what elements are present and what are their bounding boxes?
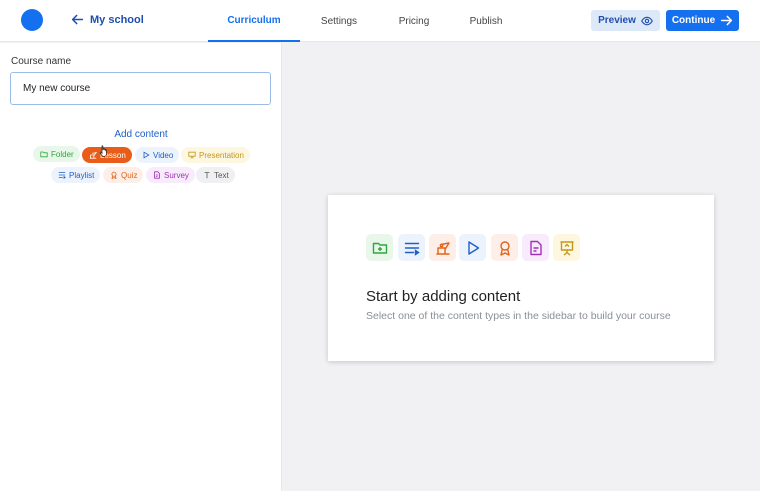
- tab-pricing[interactable]: Pricing: [378, 0, 450, 42]
- survey-icon: [529, 240, 542, 255]
- main-tabs: Curriculum Settings Pricing Publish: [208, 0, 522, 42]
- back-link-label: My school: [90, 13, 144, 26]
- chip-playlist[interactable]: Playlist: [51, 167, 101, 183]
- course-name-input[interactable]: [10, 72, 271, 105]
- chip-survey-label: Survey: [164, 170, 189, 180]
- presentation-tile[interactable]: [553, 234, 580, 261]
- presentation-icon: [188, 151, 196, 159]
- tab-publish[interactable]: Publish: [450, 0, 522, 42]
- continue-button-label: Continue: [671, 15, 716, 26]
- presentation-icon: [560, 240, 573, 256]
- arrow-left-icon: [71, 14, 84, 25]
- chip-presentation[interactable]: Presentation: [181, 147, 250, 163]
- playlist-tile[interactable]: [398, 234, 425, 261]
- folder-icon: [40, 151, 48, 158]
- tab-curriculum[interactable]: Curriculum: [208, 0, 300, 42]
- chip-text[interactable]: Text: [196, 167, 235, 183]
- sidebar: Course name Add content Folder Lesson Vi…: [0, 43, 282, 491]
- chip-presentation-label: Presentation: [199, 150, 244, 160]
- preview-button[interactable]: Preview: [591, 10, 660, 31]
- award-icon: [499, 240, 510, 256]
- folder-tile[interactable]: [366, 234, 393, 261]
- chip-text-label: Text: [214, 170, 229, 180]
- lesson-icon: [89, 152, 97, 159]
- chip-folder[interactable]: Folder: [33, 146, 80, 162]
- top-bar: My school Curriculum Settings Pricing Pu…: [0, 0, 760, 42]
- course-name-label: Course name: [11, 56, 72, 67]
- video-tile[interactable]: [459, 234, 486, 261]
- chip-video-label: Video: [153, 150, 174, 160]
- playlist-icon: [58, 172, 66, 179]
- award-icon: [111, 171, 117, 179]
- chip-survey[interactable]: Survey: [146, 167, 195, 183]
- play-icon: [467, 240, 479, 255]
- preview-button-label: Preview: [598, 15, 636, 26]
- continue-button[interactable]: Continue: [666, 10, 739, 31]
- quiz-tile[interactable]: [491, 234, 518, 261]
- hand-cursor-icon: [99, 145, 107, 157]
- lesson-icon: [436, 241, 450, 255]
- text-icon: [204, 172, 210, 179]
- arrow-right-icon: [721, 15, 733, 26]
- back-link[interactable]: My school: [71, 13, 144, 26]
- chip-quiz-label: Quiz: [121, 170, 138, 180]
- playlist-icon: [404, 242, 420, 256]
- chip-playlist-label: Playlist: [69, 170, 95, 180]
- empty-state-title: Start by adding content: [366, 288, 521, 305]
- add-content-link[interactable]: Add content: [0, 129, 282, 140]
- play-icon: [143, 151, 150, 159]
- survey-tile[interactable]: [522, 234, 549, 261]
- chip-quiz[interactable]: Quiz: [103, 167, 144, 183]
- empty-state-subtitle: Select one of the content types in the s…: [366, 310, 671, 322]
- survey-icon: [154, 171, 160, 179]
- tab-settings[interactable]: Settings: [300, 0, 378, 42]
- folder-plus-icon: [372, 242, 387, 254]
- chip-video[interactable]: Video: [135, 147, 180, 163]
- logo[interactable]: [21, 9, 43, 31]
- chip-folder-label: Folder: [51, 149, 74, 159]
- empty-state-card: Start by adding content Select one of th…: [328, 195, 714, 361]
- eye-icon: [641, 16, 653, 25]
- lesson-tile[interactable]: [429, 234, 456, 261]
